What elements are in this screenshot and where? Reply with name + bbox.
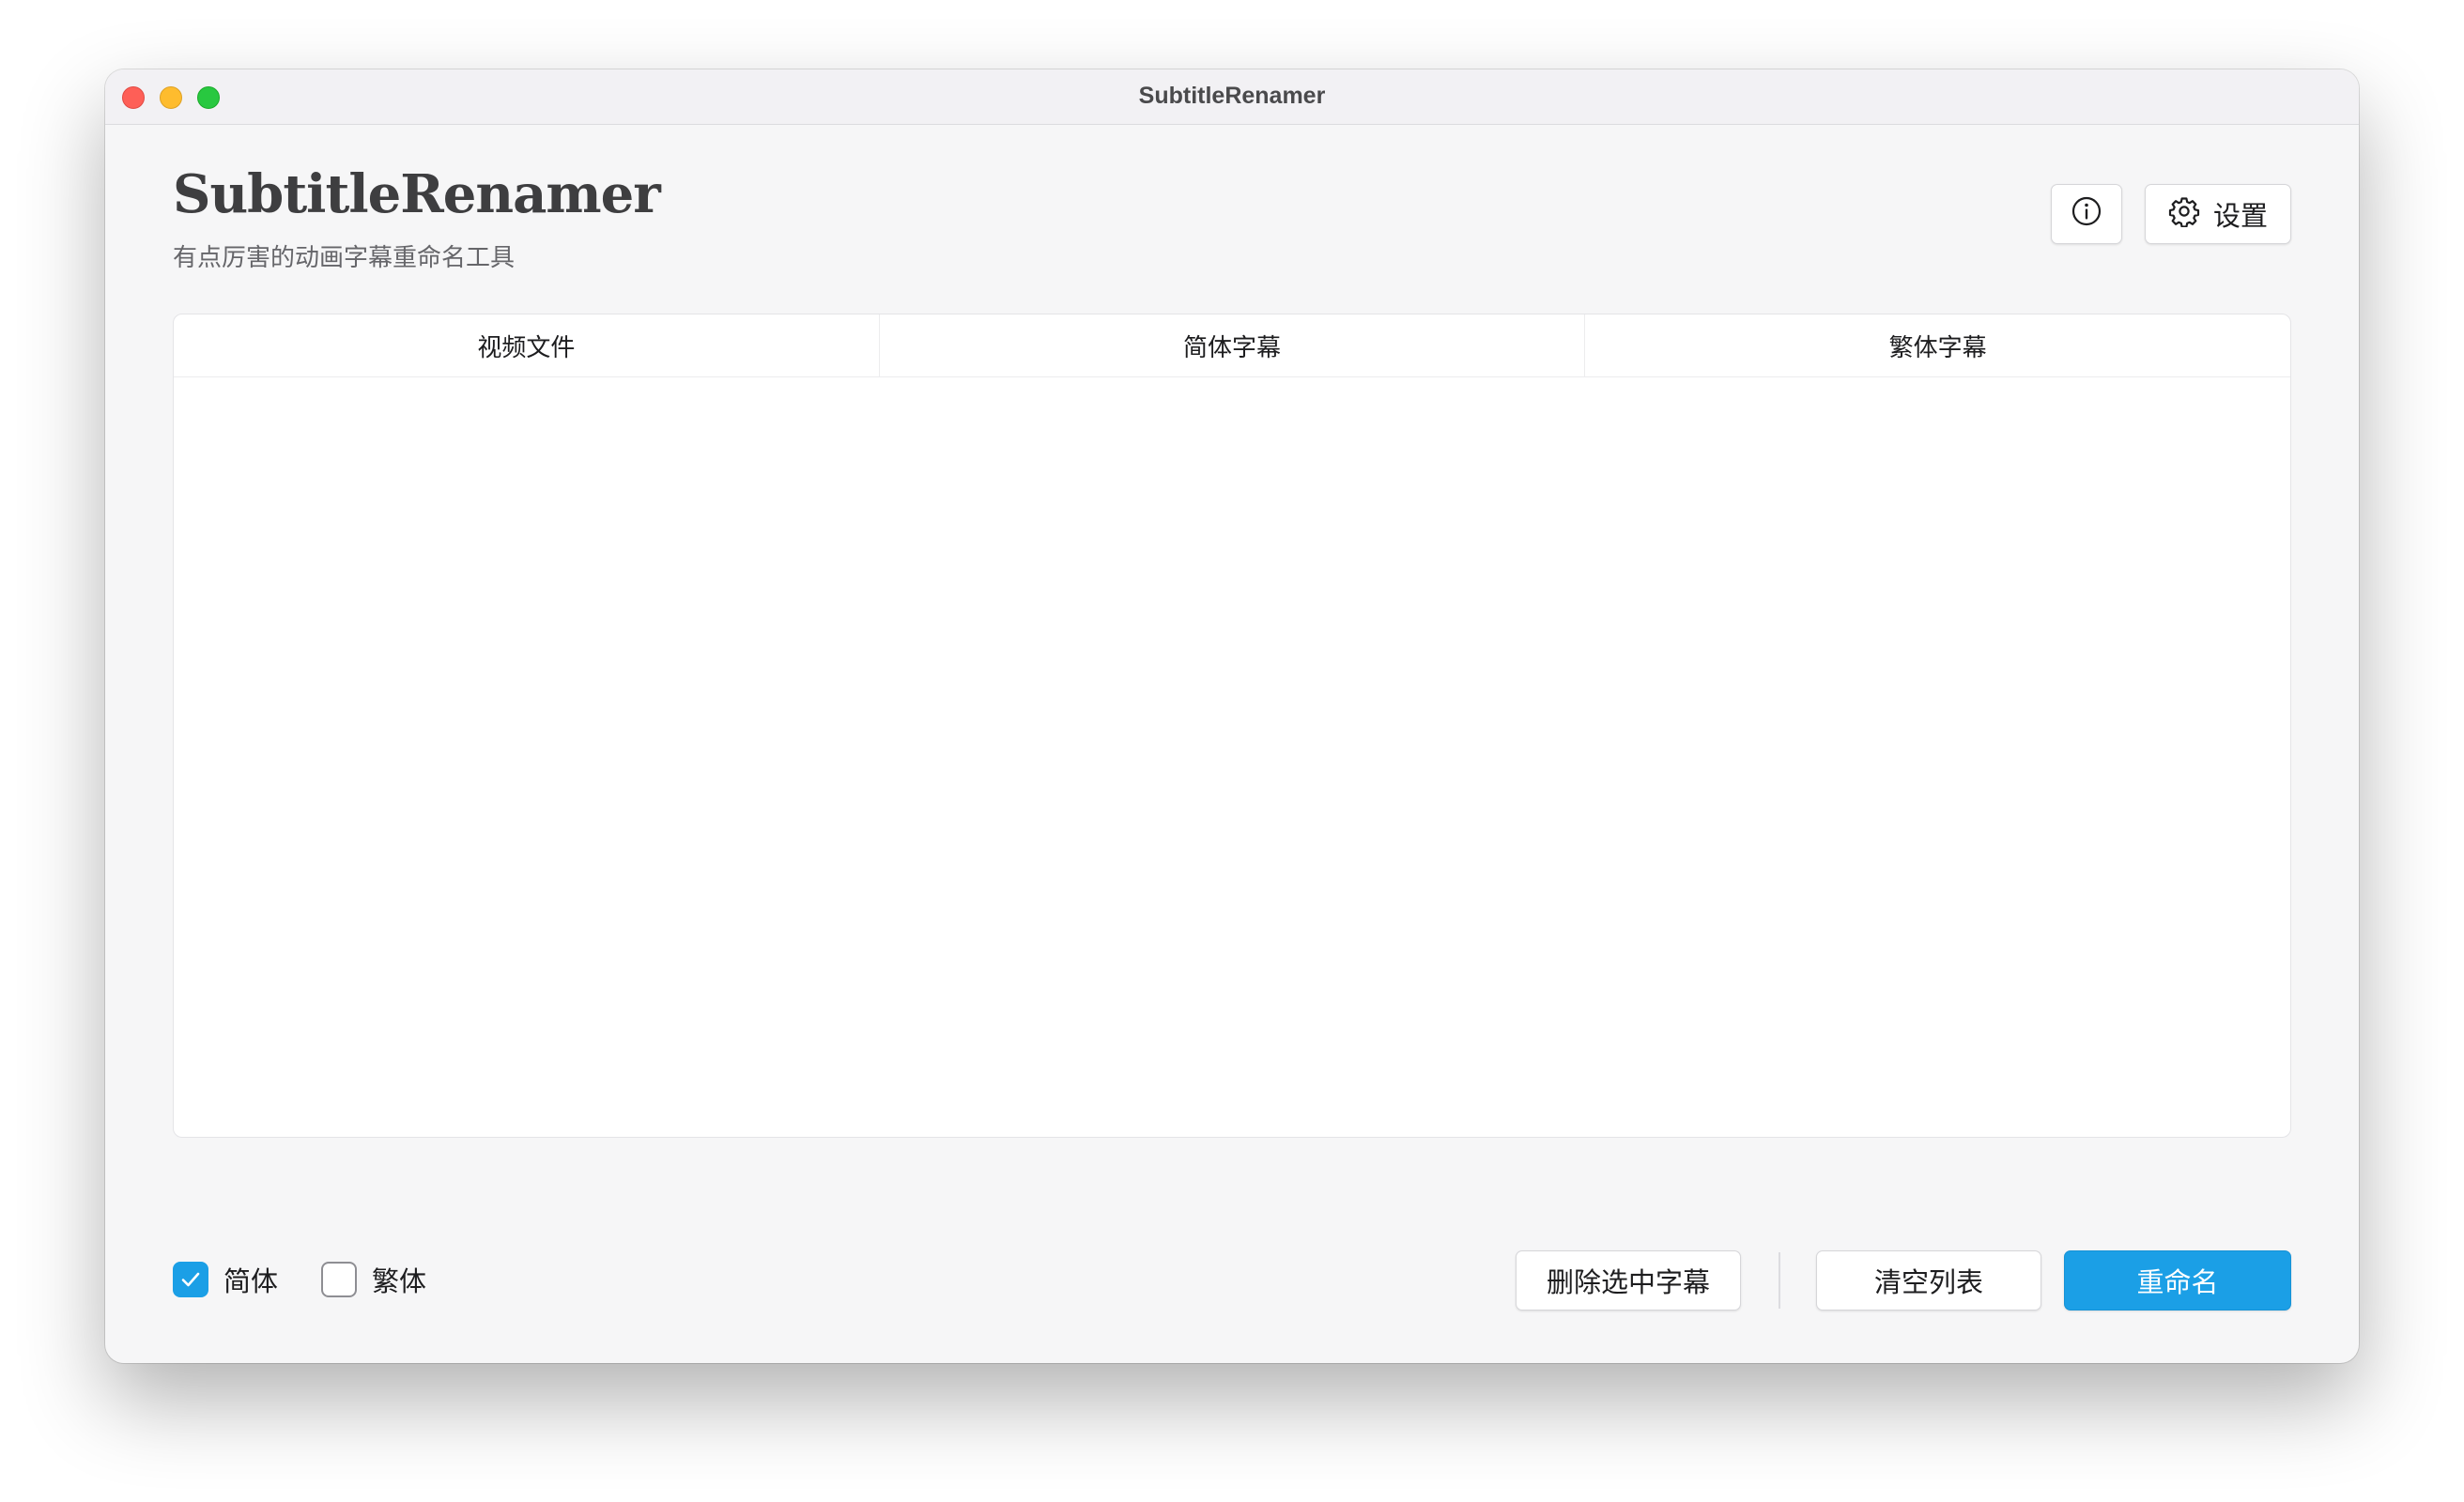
app-subtitle: 有点厉害的动画字幕重命名工具 <box>173 244 516 272</box>
window-title: SubtitleRenamer <box>1138 83 1326 109</box>
traditional-label: 繁体 <box>372 1265 427 1297</box>
column-header-simplified[interactable]: 简体字幕 <box>880 314 1586 376</box>
button-divider <box>1779 1252 1780 1309</box>
rename-button[interactable]: 重命名 <box>2064 1250 2291 1310</box>
table-header: 视频文件 简体字幕 繁体字幕 <box>174 314 2290 377</box>
settings-button[interactable]: 设置 <box>2145 184 2291 244</box>
simplified-checkbox[interactable] <box>173 1262 208 1297</box>
desktop-background: SubtitleRenamer SubtitleRenamer 有点厉害的动画字… <box>0 0 2464 1502</box>
simplified-checkbox-option[interactable]: 简体 <box>173 1260 278 1299</box>
traditional-checkbox[interactable] <box>321 1262 357 1297</box>
checkmark-icon <box>181 1272 200 1287</box>
simplified-label: 简体 <box>223 1265 279 1297</box>
column-header-video[interactable]: 视频文件 <box>174 314 880 376</box>
file-table[interactable]: 视频文件 简体字幕 繁体字幕 <box>173 314 2291 1138</box>
info-button[interactable] <box>2051 184 2122 244</box>
app-title: SubtitleRenamer <box>173 163 661 225</box>
delete-selected-button[interactable]: 删除选中字幕 <box>1516 1250 1741 1310</box>
traditional-checkbox-option[interactable]: 繁体 <box>321 1260 426 1299</box>
clear-list-button[interactable]: 清空列表 <box>1816 1250 2041 1310</box>
column-header-traditional[interactable]: 繁体字幕 <box>1585 314 2290 376</box>
gear-icon <box>2168 195 2200 234</box>
table-body-empty[interactable] <box>174 377 2290 1137</box>
settings-label: 设置 <box>2212 200 2268 232</box>
app-window: SubtitleRenamer SubtitleRenamer 有点厉害的动画字… <box>105 69 2359 1363</box>
title-bar[interactable]: SubtitleRenamer <box>105 69 2359 125</box>
info-circle-icon <box>2071 195 2102 234</box>
